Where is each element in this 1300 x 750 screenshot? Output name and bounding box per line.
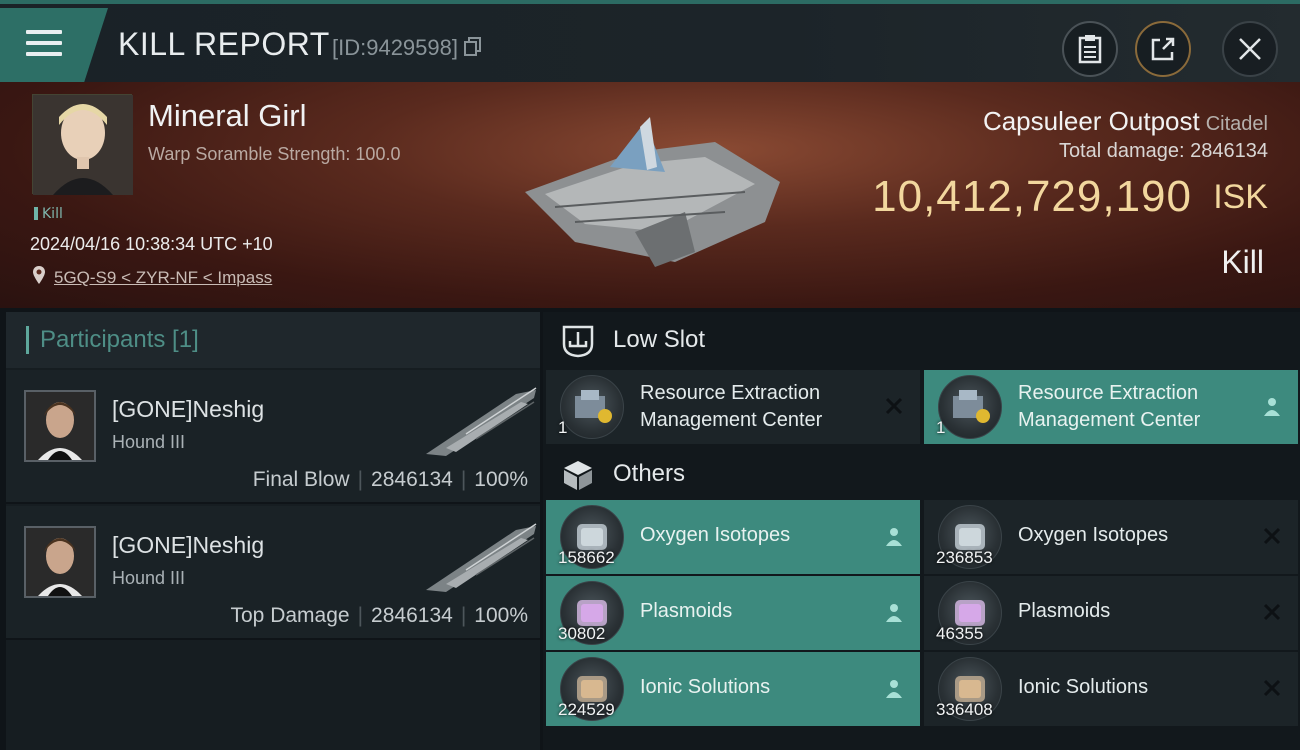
section-low-slot: Low Slot <box>543 312 1300 368</box>
participant-damage: 2846134 <box>371 468 453 491</box>
victim-name: Mineral Girl <box>148 98 307 133</box>
item-row[interactable]: 336408 Ionic Solutions <box>924 652 1298 726</box>
participants-panel: Participants [1] [GONE]Neshig Hound III … <box>6 312 540 750</box>
character-avatar-icon <box>33 95 133 195</box>
share-button[interactable] <box>1135 21 1191 77</box>
item-quantity: 1 <box>936 418 946 437</box>
item-quantity: 336408 <box>936 700 993 719</box>
destroyed-icon <box>1263 603 1281 621</box>
participant-row[interactable]: [GONE]Neshig Hound III Top Damage | 284613… <box>6 506 540 640</box>
item-row[interactable]: 1 Resource Extraction Management Center <box>924 370 1298 444</box>
item-row[interactable]: 30802 Plasmoids <box>546 576 920 650</box>
item-name: Plasmoids <box>1018 600 1111 622</box>
item-name: Resource Extraction Management Center <box>640 382 823 431</box>
item-name: Ionic Solutions <box>640 676 771 698</box>
menu-button[interactable] <box>0 8 108 82</box>
total-damage: Total damage: 2846134 <box>1058 140 1268 162</box>
participant-damage: 2846134 <box>371 604 453 627</box>
ship-icon <box>426 387 537 456</box>
low-slot-title: Low Slot <box>613 326 706 353</box>
module-icon <box>953 390 990 423</box>
item-quantity: 46355 <box>936 624 984 643</box>
item-name: Ionic Solutions <box>1018 676 1149 698</box>
structure-type: Capsuleer Outpost Citadel <box>983 106 1268 137</box>
structure-class: Citadel <box>1205 113 1268 135</box>
destroyed-icon <box>885 397 903 415</box>
character-avatar-icon <box>26 392 94 460</box>
item-name: Plasmoids <box>640 600 733 622</box>
isk-value: 10,412,729,190 <box>872 172 1192 221</box>
item-row[interactable]: 224529 Ionic Solutions <box>546 652 920 726</box>
item-name: Resource Extraction Management Center <box>1018 382 1201 431</box>
item-quantity: 30802 <box>558 624 606 643</box>
participants-title: Participants [1] <box>40 326 199 353</box>
report-id-text: [ID:9429598] <box>332 35 458 60</box>
items-panel: Low Slot 1 Resource Extraction Managemen… <box>543 312 1300 750</box>
page-title: KILL REPORT <box>118 26 330 62</box>
participant-role: Top Damage <box>230 604 350 627</box>
participant-ship: Hound III <box>112 568 186 588</box>
participant-name: [GONE]Neshig <box>112 396 265 422</box>
item-quantity: 236853 <box>936 548 993 567</box>
low-slot-icon <box>562 325 594 358</box>
item-row[interactable]: 46355 Plasmoids <box>924 576 1298 650</box>
ship-icon <box>426 523 537 592</box>
destroyed-icon <box>1263 679 1281 697</box>
copy-icon[interactable] <box>464 37 482 57</box>
item-name: Oxygen Isotopes <box>1018 524 1169 546</box>
isk-unit: ISK <box>1213 178 1268 216</box>
kill-timestamp: 2024/04/16 10:38:34 UTC +10 <box>30 234 273 254</box>
clipboard-button[interactable] <box>1062 21 1118 77</box>
location-pin-icon <box>33 266 45 284</box>
participant-percent: 100% <box>474 468 528 491</box>
hamburger-menu-icon[interactable] <box>26 30 62 60</box>
share-icon <box>1151 37 1175 61</box>
top-bar: KILL REPORT [ID:9429598] <box>0 0 1300 82</box>
item-quantity: 158662 <box>558 548 615 567</box>
clipboard-icon <box>1078 35 1102 64</box>
participant-stats: Top Damage | 2846134 | 100% <box>230 604 529 627</box>
participant-stats: Final Blow | 2846134 | 100% <box>252 468 528 491</box>
participant-percent: 100% <box>474 604 528 627</box>
character-avatar-icon <box>26 528 94 596</box>
victim-portrait[interactable] <box>32 94 133 195</box>
structure-name: Capsuleer Outpost <box>982 106 1200 136</box>
citadel-structure-image <box>525 117 780 267</box>
participant-name: [GONE]Neshig <box>112 532 265 558</box>
item-row[interactable]: 236853 Oxygen Isotopes <box>924 500 1298 574</box>
module-thumbnail <box>560 375 624 439</box>
item-name: Oxygen Isotopes <box>640 524 791 546</box>
item-row[interactable]: 158662 Oxygen Isotopes <box>546 500 920 574</box>
location-link[interactable]: 5GQ-S9 < ZYR-NF < Impass <box>54 268 272 288</box>
report-id: [ID:9429598] <box>332 35 482 61</box>
dropped-person-icon <box>886 528 902 546</box>
destroyed-icon <box>1263 527 1281 545</box>
kill-summary-banner: Mineral Girl Warp Soramble Strength: 100… <box>0 82 1300 308</box>
section-others: Others <box>543 446 1300 502</box>
close-button[interactable] <box>1222 21 1278 77</box>
module-icon <box>575 390 612 423</box>
participant-row[interactable]: [GONE]Neshig Hound III Final Blow | 284613… <box>6 370 540 504</box>
dropped-person-icon <box>886 680 902 698</box>
dropped-person-icon <box>886 604 902 622</box>
participants-header: Participants [1] <box>6 312 540 368</box>
cargo-box-icon <box>564 461 592 490</box>
participant-avatar[interactable] <box>24 390 96 462</box>
result-label: Kill <box>1221 244 1264 280</box>
others-title: Others <box>613 460 686 487</box>
close-icon <box>1239 38 1261 60</box>
item-quantity: 1 <box>558 418 568 437</box>
kill-tag: Kill <box>34 206 63 222</box>
item-quantity: 224529 <box>558 700 615 719</box>
participant-role: Final Blow <box>252 468 350 491</box>
item-row[interactable]: 1 Resource Extraction Management Center <box>546 370 920 444</box>
warp-scramble-strength: Warp Soramble Strength: 100.0 <box>148 144 401 164</box>
participant-ship: Hound III <box>112 432 186 452</box>
dropped-person-icon <box>1264 398 1280 416</box>
module-thumbnail <box>938 375 1002 439</box>
participant-avatar[interactable] <box>24 526 96 598</box>
